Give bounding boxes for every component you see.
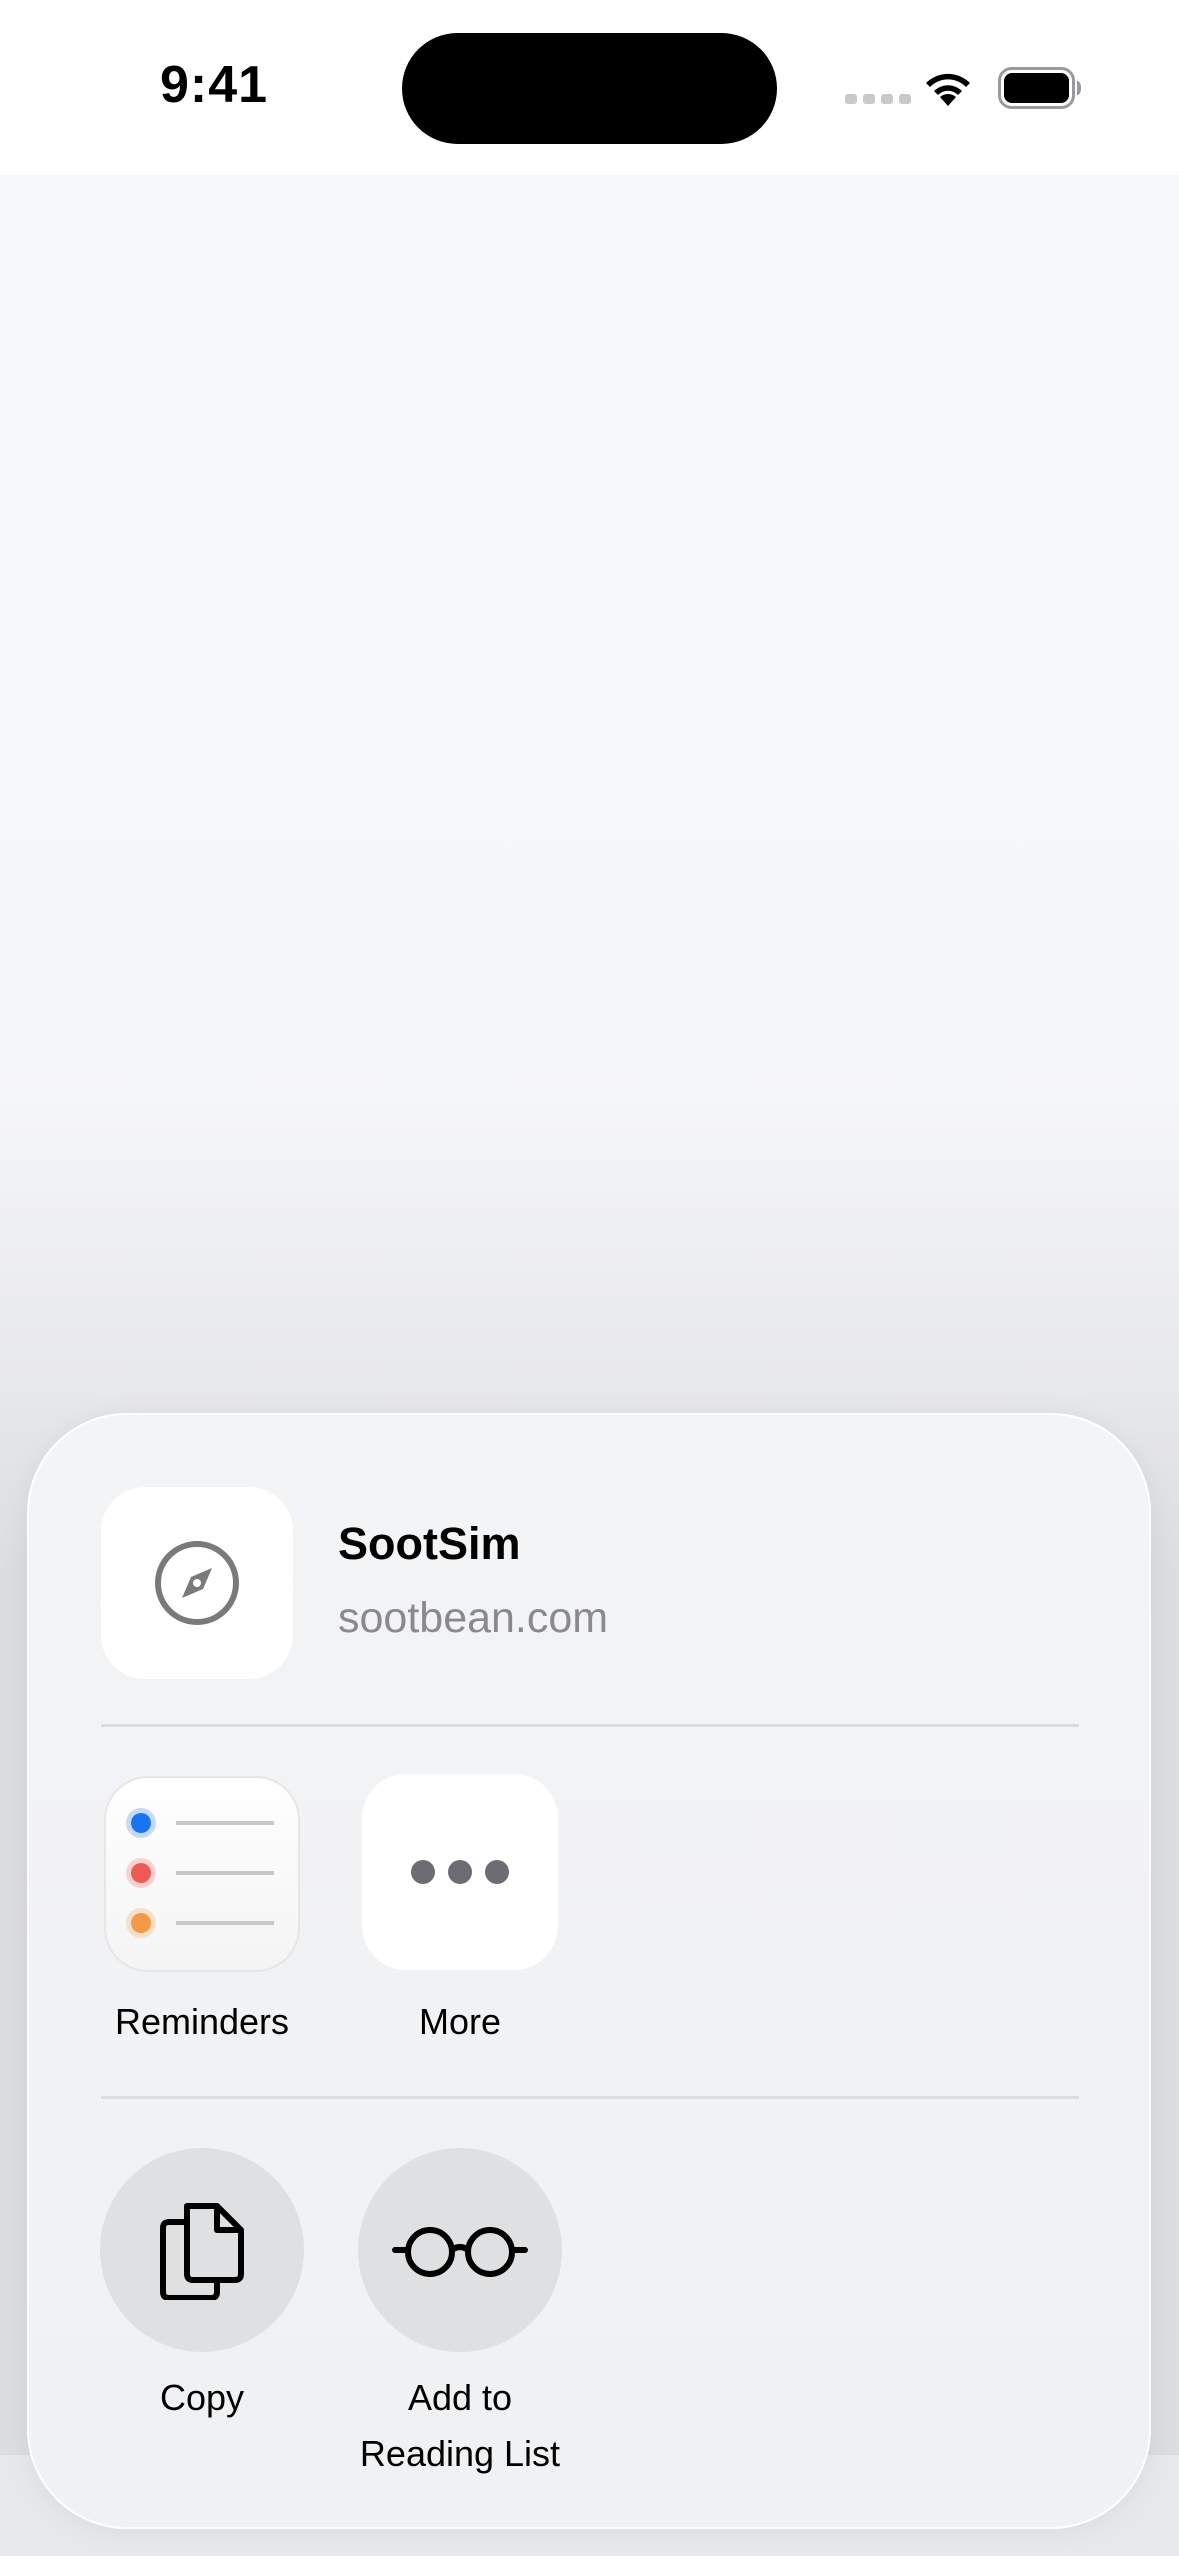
reminders-label: Reminders — [114, 2001, 290, 2042]
copy-icon — [160, 2203, 244, 2300]
reminders-icon — [126, 1808, 274, 1938]
more-icon — [411, 1860, 509, 1884]
add-to-label-line: Add to — [407, 2377, 513, 2418]
more-apps-button[interactable] — [362, 1774, 558, 1970]
divider — [101, 2096, 1079, 2099]
status-time: 9:41 — [160, 56, 269, 114]
cellular-signal-icon — [845, 94, 911, 104]
reminders-app-button[interactable] — [104, 1776, 300, 1972]
battery-icon — [998, 67, 1081, 109]
share-title: SootSim — [338, 1518, 521, 1569]
glasses-icon — [392, 2227, 528, 2277]
wifi-icon — [926, 73, 970, 106]
site-preview-icon — [101, 1487, 293, 1679]
add-to-reading-list-label: Add to Reading List — [330, 2370, 590, 2482]
divider — [101, 1724, 1079, 1727]
add-to-reading-list-button[interactable] — [358, 2148, 562, 2352]
copy-label: Copy — [159, 2377, 245, 2418]
compass-icon — [155, 1541, 239, 1625]
copy-button[interactable] — [100, 2148, 304, 2352]
status-bar: 9:41 — [0, 0, 1179, 175]
share-subtitle: sootbean.com — [338, 1594, 609, 1642]
dynamic-island — [402, 33, 777, 144]
more-label: More — [418, 2001, 502, 2042]
reading-list-label-line: Reading List — [359, 2433, 561, 2474]
